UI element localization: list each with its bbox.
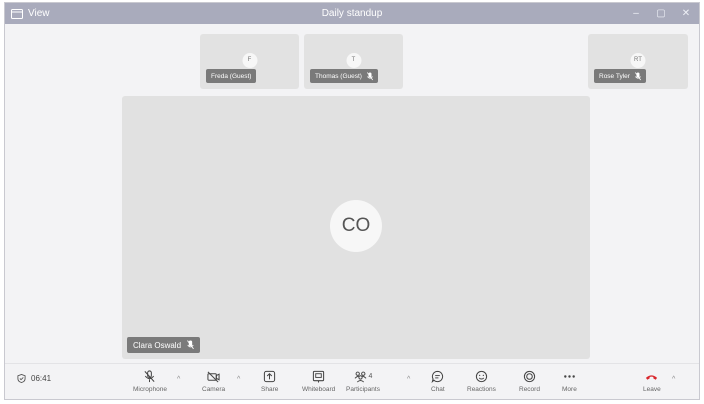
participant-name-tag: Thomas (Guest) xyxy=(310,69,378,83)
chat-button[interactable]: Chat xyxy=(431,369,445,393)
meeting-window: View Daily standup – ▢ ✕ F Freda (Guest)… xyxy=(4,2,700,400)
participant-name: Freda (Guest) xyxy=(211,72,252,80)
hang-up-icon xyxy=(646,375,658,380)
chat-icon xyxy=(431,370,444,383)
participant-avatar: RT xyxy=(630,53,646,68)
microphone-options-caret[interactable]: ^ xyxy=(177,376,180,383)
participant-name-tag: Freda (Guest) xyxy=(206,69,257,83)
participant-avatar: T xyxy=(346,53,361,68)
speaker-avatar: CO xyxy=(330,200,382,252)
reactions-button[interactable]: Reactions xyxy=(467,369,496,393)
minimize-button[interactable]: – xyxy=(625,3,647,24)
people-icon xyxy=(354,371,366,383)
participant-avatar: F xyxy=(242,53,257,68)
record-icon xyxy=(523,370,536,383)
participant-name: Rose Tyler xyxy=(599,72,630,80)
title-bar: View Daily standup – ▢ ✕ xyxy=(5,3,699,24)
participants-options-caret[interactable]: ^ xyxy=(407,376,410,383)
leave-label: Leave xyxy=(643,386,661,393)
participant-name: Thomas (Guest) xyxy=(315,72,362,80)
more-dots-icon xyxy=(564,375,575,378)
speaker-name-tag: Clara Oswald xyxy=(127,337,201,353)
chat-label: Chat xyxy=(431,386,445,393)
share-label: Share xyxy=(261,386,279,393)
smiley-icon xyxy=(475,370,488,383)
meeting-timer: 06:41 xyxy=(17,374,51,383)
camera-label: Camera xyxy=(202,386,226,393)
speaker-tile[interactable]: CO Clara Oswald xyxy=(122,96,590,359)
shield-icon xyxy=(17,374,26,383)
participants-button[interactable]: 4 Participants xyxy=(346,369,380,393)
mic-off-icon xyxy=(187,340,194,350)
leave-button[interactable]: Leave xyxy=(643,369,661,393)
camera-options-caret[interactable]: ^ xyxy=(237,376,240,383)
camera-button[interactable]: Camera xyxy=(202,369,225,393)
participants-label: Participants xyxy=(346,386,380,393)
mic-off-icon xyxy=(634,71,641,80)
close-button[interactable]: ✕ xyxy=(675,3,697,24)
share-button[interactable]: Share xyxy=(261,369,278,393)
share-screen-icon xyxy=(264,370,276,383)
participant-name-tag: Rose Tyler xyxy=(594,69,646,83)
microphone-button[interactable]: Microphone xyxy=(133,369,167,393)
timer-value: 06:41 xyxy=(31,374,52,383)
microphone-label: Microphone xyxy=(133,386,167,393)
meeting-toolbar: 06:41 Microphone ^ Camera ^ Share Whiteb… xyxy=(5,363,699,399)
whiteboard-button[interactable]: Whiteboard xyxy=(302,369,335,393)
record-label: Record xyxy=(519,386,540,393)
participant-tile[interactable]: T Thomas (Guest) xyxy=(304,34,403,89)
mic-off-icon xyxy=(144,370,156,383)
camera-off-icon xyxy=(207,371,220,383)
record-button[interactable]: Record xyxy=(519,369,540,393)
whiteboard-label: Whiteboard xyxy=(302,386,336,393)
speaker-name: Clara Oswald xyxy=(133,340,182,350)
reactions-label: Reactions xyxy=(467,386,496,393)
participant-tile[interactable]: RT Rose Tyler xyxy=(588,34,688,89)
whiteboard-icon xyxy=(313,370,325,383)
more-label: More xyxy=(562,386,577,393)
participant-tile[interactable]: F Freda (Guest) xyxy=(200,34,299,89)
mic-off-icon xyxy=(366,71,373,80)
more-button[interactable]: More xyxy=(562,369,577,393)
leave-options-caret[interactable]: ^ xyxy=(672,376,675,383)
meeting-title: Daily standup xyxy=(321,8,383,19)
maximize-button[interactable]: ▢ xyxy=(650,3,672,24)
participant-count: 4 xyxy=(368,373,373,380)
